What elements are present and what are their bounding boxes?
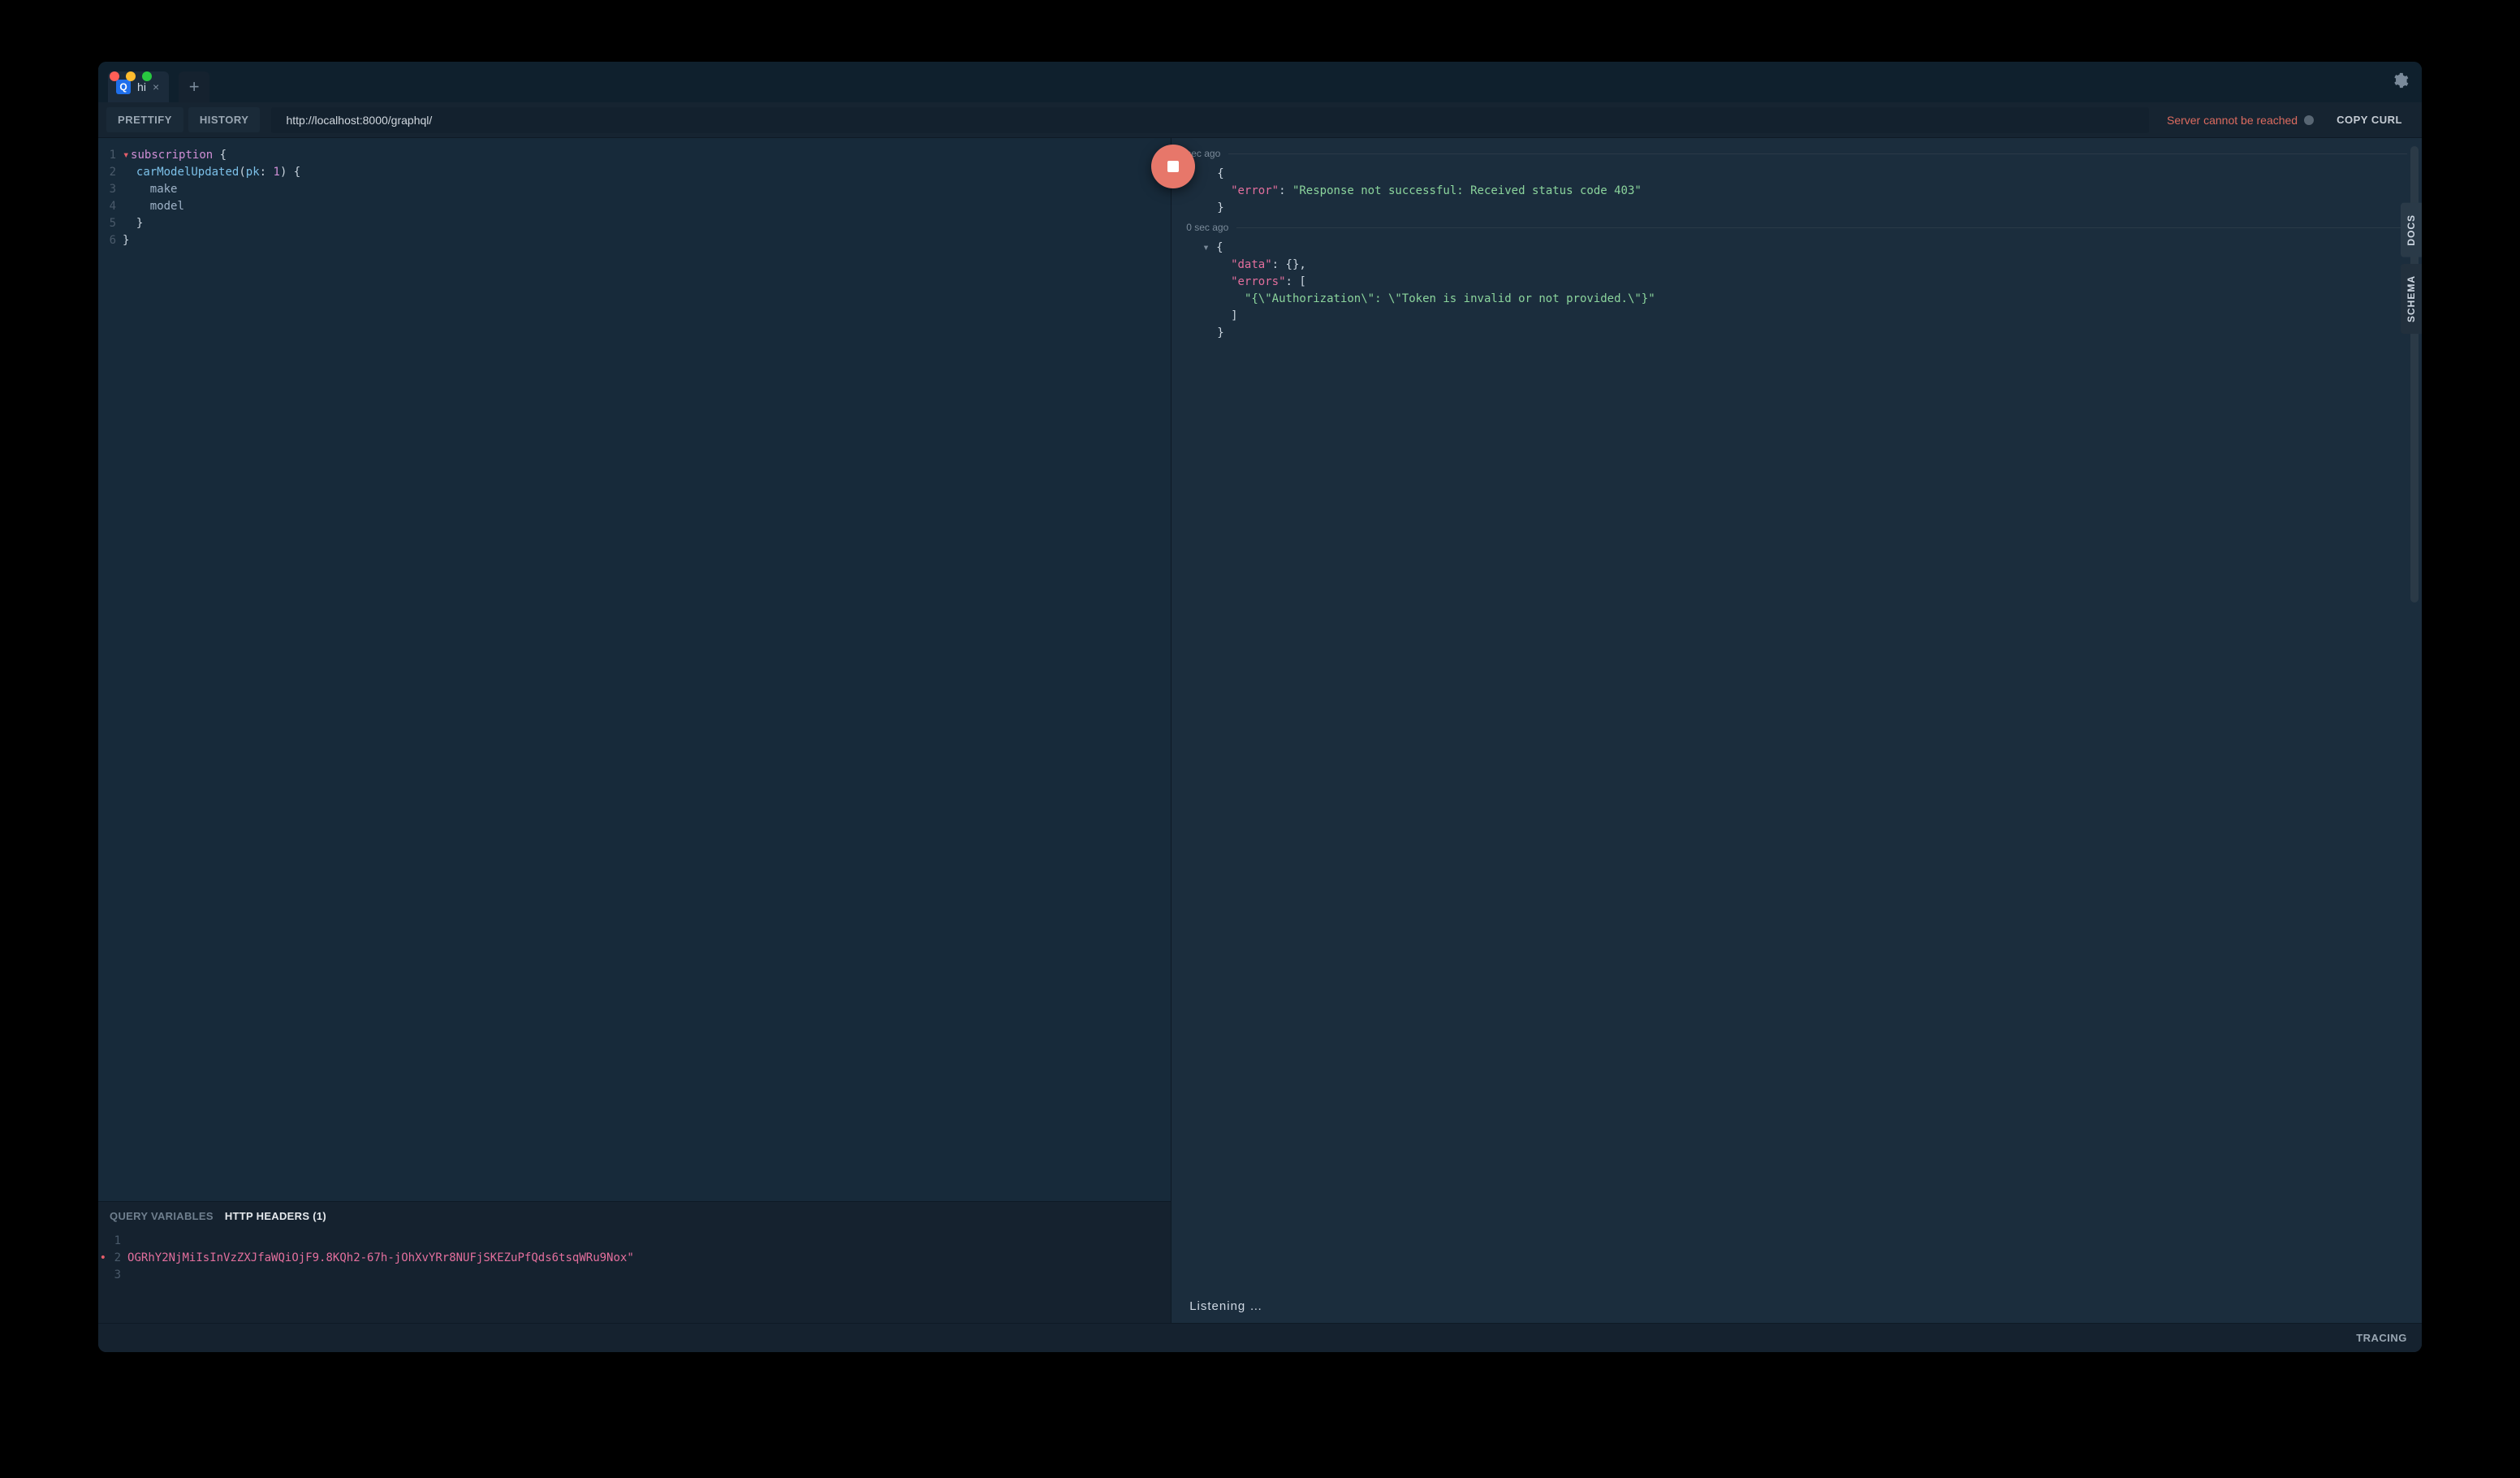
main-split: 1 2 3 4 5 6 ▾subscription { carModelUpda… <box>98 138 2422 1323</box>
result-separator: sec ago <box>1186 146 2407 161</box>
result-timestamp: 0 sec ago <box>1186 220 1228 235</box>
app-window: Q hi × + PRETTIFY HISTORY http://localho… <box>98 62 2422 1352</box>
side-tabs: DOCS SCHEMA <box>2401 203 2422 340</box>
response-json: { "error": "Response not successful: Rec… <box>1186 166 2407 217</box>
query-editor[interactable]: 1 2 3 4 5 6 ▾subscription { carModelUpda… <box>98 138 1171 1201</box>
response-viewer[interactable]: sec ago { "error": "Response not successf… <box>1172 138 2422 1323</box>
schema-tab[interactable]: SCHEMA <box>2401 264 2422 334</box>
footer: TRACING <box>98 1323 2422 1352</box>
vars-tabs: QUERY VARIABLES HTTP HEADERS (1) <box>98 1202 1171 1227</box>
copy-curl-button[interactable]: COPY CURL <box>2325 107 2414 132</box>
prettify-button[interactable]: PRETTIFY <box>106 107 183 132</box>
toolbar: PRETTIFY HISTORY http://localhost:8000/g… <box>98 102 2422 138</box>
history-button[interactable]: HISTORY <box>188 107 261 132</box>
error-marker-icon: • <box>100 1251 106 1264</box>
tab-http-headers[interactable]: HTTP HEADERS (1) <box>225 1210 326 1222</box>
server-status: Server cannot be reached <box>2155 114 2325 127</box>
graphql-q-icon: Q <box>116 80 131 94</box>
settings-button[interactable] <box>2391 71 2409 93</box>
status-dot-icon <box>2304 115 2314 125</box>
listening-status: Listening … <box>1189 1299 1262 1313</box>
close-tab-icon[interactable]: × <box>153 80 159 93</box>
editor-gutter: 1 2 3 4 5 6 <box>98 145 121 1201</box>
result-separator: 0 sec ago <box>1186 220 2407 235</box>
maximize-window-icon[interactable] <box>142 71 152 81</box>
tracing-toggle[interactable]: TRACING <box>2356 1332 2407 1344</box>
headers-editor[interactable]: • 1 2 3 OGRhY2NjMiIsInVzZXJfaWQiOjF9.8KQ… <box>98 1227 1171 1323</box>
docs-tab[interactable]: DOCS <box>2401 203 2422 257</box>
tab-query-variables[interactable]: QUERY VARIABLES <box>110 1210 214 1222</box>
fold-caret-icon[interactable]: ▾ <box>123 147 131 164</box>
gear-icon <box>2391 71 2409 89</box>
right-pane: sec ago { "error": "Response not successf… <box>1172 138 2422 1323</box>
left-pane: 1 2 3 4 5 6 ▾subscription { carModelUpda… <box>98 138 1172 1323</box>
tab-title: hi <box>137 80 146 93</box>
variables-pane: QUERY VARIABLES HTTP HEADERS (1) • 1 2 3 <box>98 1201 1171 1323</box>
server-status-text: Server cannot be reached <box>2167 114 2298 127</box>
titlebar: Q hi × + <box>98 62 2422 102</box>
minimize-window-icon[interactable] <box>126 71 136 81</box>
headers-code[interactable]: OGRhY2NjMiIsInVzZXJfaWQiOjF9.8KQh2-67h-j… <box>126 1230 634 1323</box>
endpoint-url-input[interactable]: http://localhost:8000/graphql/ <box>271 107 2149 133</box>
headers-gutter: 1 2 3 <box>110 1230 126 1323</box>
window-controls <box>110 71 152 81</box>
stop-icon <box>1167 161 1179 172</box>
close-window-icon[interactable] <box>110 71 119 81</box>
new-tab-button[interactable]: + <box>179 71 209 102</box>
response-json: ▾ { "data": {}, "errors": [ "{\"Authoriz… <box>1186 240 2407 342</box>
editor-code[interactable]: ▾subscription { carModelUpdated(pk: 1) {… <box>121 145 300 1201</box>
